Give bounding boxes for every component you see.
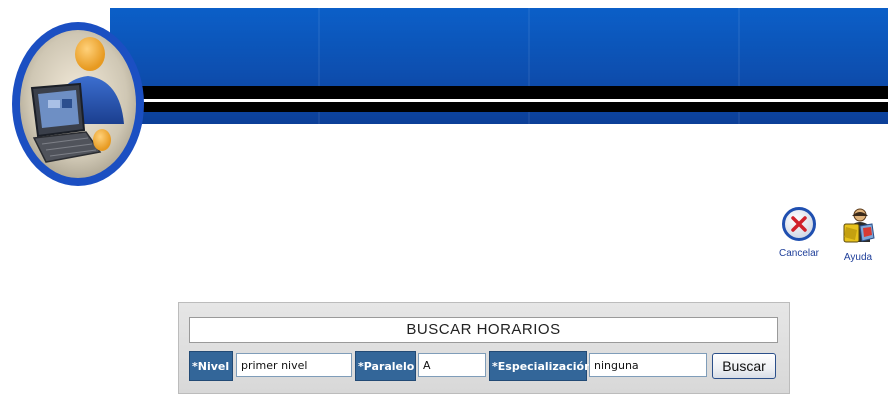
search-panel-title: BUSCAR HORARIOS [189,317,778,343]
especializacion-label: *Especialización [489,351,592,381]
nivel-label: *Nivel [189,351,233,381]
banner-stripe-lower [110,102,888,112]
cancel-button[interactable]: Cancelar [768,206,830,266]
especializacion-input[interactable] [589,353,707,377]
cancel-label: Cancelar [778,248,820,259]
help-button[interactable]: Ayuda [827,206,888,266]
help-figure-icon [843,208,875,243]
header-banner [0,0,888,200]
banner-stripe [110,86,888,100]
close-circle-icon [782,207,816,241]
person-with-laptop-logo [12,22,144,186]
help-label: Ayuda [843,252,873,263]
paralelo-label: *Paralelo [355,351,416,381]
nivel-input[interactable] [236,353,352,377]
search-button[interactable]: Buscar [712,353,776,379]
paralelo-input[interactable] [418,353,486,377]
search-panel [178,302,790,394]
